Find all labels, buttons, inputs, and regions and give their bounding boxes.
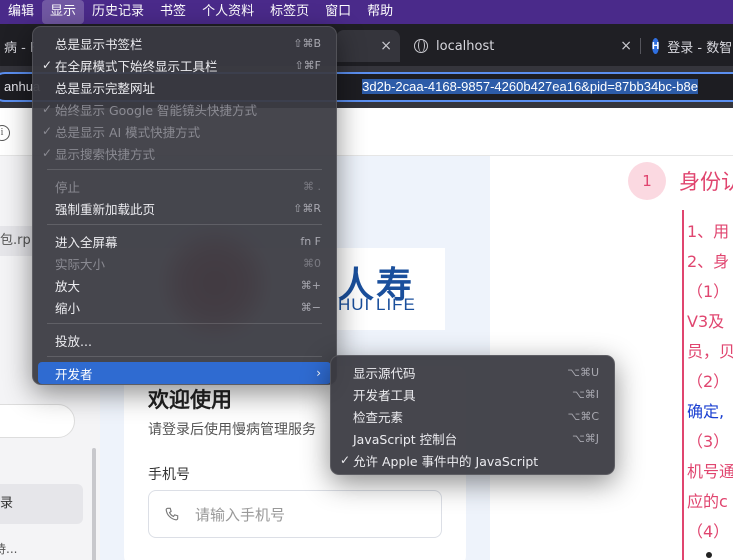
checkmark-icon: ✓ bbox=[42, 124, 53, 138]
shortcut: ⌘0 bbox=[303, 256, 321, 270]
left-search-input[interactable] bbox=[0, 404, 75, 438]
menu-item-js-console[interactable]: JavaScript 控制台 ⌥⌘J bbox=[336, 427, 609, 449]
menu-item-google-lens: ✓ 始终显示 Google 智能镜头快捷方式 bbox=[42, 102, 258, 118]
globe-icon bbox=[414, 39, 428, 53]
menu-item-devtools[interactable]: 开发者工具 ⌥⌘I bbox=[336, 383, 609, 405]
doc-line: （2） bbox=[687, 372, 730, 391]
tab-title: 登录 - 数智 bbox=[667, 40, 733, 56]
view-menu: 总是显示书签栏 ⇧⌘B ✓ 在全屏模式下始终显示工具栏 ⇧⌘F 总是显示完整网址… bbox=[32, 26, 337, 385]
chevron-right-icon: › bbox=[316, 366, 321, 380]
shortcut: ⇧⌘F bbox=[294, 58, 321, 72]
phone-input[interactable]: 请输入手机号 bbox=[148, 490, 442, 538]
menu-separator bbox=[47, 356, 322, 357]
checkmark-icon: ✓ bbox=[42, 58, 53, 72]
menu-item-inspect[interactable]: 检查元素 ⌥⌘C bbox=[336, 405, 609, 427]
close-icon[interactable]: × bbox=[620, 38, 632, 54]
menu-item-apple-events-js[interactable]: ✓ 允许 Apple 事件中的 JavaScript bbox=[336, 449, 609, 471]
menu-help[interactable]: 帮助 bbox=[359, 0, 401, 24]
doc-line: （1） bbox=[687, 282, 730, 301]
menu-item-cast[interactable]: 投放... bbox=[38, 329, 331, 351]
menu-separator bbox=[47, 323, 322, 324]
site-h-icon: H bbox=[652, 38, 660, 54]
tab-active[interactable]: × bbox=[336, 30, 400, 62]
shortcut: ⌥⌘J bbox=[572, 431, 599, 445]
tab-title: 病 - F bbox=[4, 40, 34, 56]
bullet-icon bbox=[706, 552, 712, 558]
doc-line: 2、身 bbox=[687, 252, 730, 271]
checkmark-icon: ✓ bbox=[340, 453, 351, 467]
doc-line: 确定, bbox=[687, 402, 725, 421]
menu-item-full-url[interactable]: 总是显示完整网址 bbox=[38, 76, 331, 98]
tab-localhost[interactable]: localhost × bbox=[404, 30, 640, 62]
developer-submenu: 显示源代码 ⌥⌘U 开发者工具 ⌥⌘I 检查元素 ⌥⌘C JavaScript … bbox=[330, 355, 615, 475]
shortcut: ⌘ . bbox=[303, 179, 321, 193]
menu-item-actual-size: 实际大小 ⌘0 bbox=[55, 256, 321, 272]
login-title: 欢迎使用 bbox=[148, 388, 232, 412]
step-title: 身份认 bbox=[679, 170, 733, 194]
menu-item-stop: 停止 ⌘ . bbox=[55, 179, 321, 195]
menu-item-view-source[interactable]: 显示源代码 ⌥⌘U bbox=[336, 361, 609, 383]
menu-item-zoom-out[interactable]: 缩小 ⌘− bbox=[38, 296, 331, 318]
menu-tabs[interactable]: 标签页 bbox=[262, 0, 317, 24]
menu-separator bbox=[47, 169, 322, 170]
shortcut: ⌥⌘U bbox=[567, 365, 599, 379]
doc-line: （3） bbox=[687, 432, 730, 451]
step-badge: 1 bbox=[628, 162, 666, 200]
tab-separator bbox=[640, 38, 641, 54]
phone-icon bbox=[165, 507, 179, 521]
shortcut: ⌥⌘C bbox=[567, 409, 599, 423]
menu-item-zoom-in[interactable]: 放大 ⌘+ bbox=[38, 274, 331, 296]
menu-bar: 编辑 显示 历史记录 书签 个人资料 标签页 窗口 帮助 bbox=[0, 0, 733, 24]
menu-history[interactable]: 历史记录 bbox=[84, 0, 152, 24]
shortcut: ⇧⌘B bbox=[293, 36, 321, 50]
left-footer-text: 待... bbox=[0, 542, 18, 556]
menu-item-developer[interactable]: 开发者 › bbox=[38, 362, 331, 384]
phone-label: 手机号 bbox=[148, 467, 190, 483]
file-tab[interactable]: 包.rp bbox=[0, 226, 32, 256]
menu-item-force-reload[interactable]: 强制重新加载此页 ⇧⌘R bbox=[38, 197, 331, 219]
shortcut: fn F bbox=[300, 234, 321, 248]
checkmark-icon: ✓ bbox=[42, 102, 53, 116]
shortcut: ⌘− bbox=[300, 300, 321, 314]
close-icon[interactable]: × bbox=[380, 38, 392, 54]
doc-border-line bbox=[682, 210, 684, 560]
tab-partial[interactable]: 病 - F bbox=[0, 30, 34, 62]
doc-line: V3及 bbox=[687, 312, 725, 331]
doc-line: 员，贝 bbox=[687, 342, 733, 361]
shortcut: ⌘+ bbox=[300, 278, 321, 292]
url-text: 3d2b-2caa-4168-9857-4260b427ea16&pid=87b… bbox=[362, 79, 698, 94]
menu-item-always-show-bookmarks[interactable]: 总是显示书签栏 ⇧⌘B bbox=[38, 32, 331, 54]
menu-window[interactable]: 窗口 bbox=[317, 0, 359, 24]
menu-profiles[interactable]: 个人资料 bbox=[194, 0, 262, 24]
doc-line: 1、用 bbox=[687, 222, 730, 241]
info-icon[interactable]: i bbox=[0, 125, 10, 141]
menu-item-fullscreen-toolbar[interactable]: ✓ 在全屏模式下始终显示工具栏 ⇧⌘F bbox=[38, 54, 331, 76]
menu-view[interactable]: 显示 bbox=[42, 0, 85, 24]
shortcut: ⌥⌘I bbox=[572, 387, 599, 401]
login-subtitle: 请登录后使用慢病管理服务 bbox=[148, 422, 316, 438]
doc-line: 机号通 bbox=[687, 462, 733, 481]
doc-line: 应的c bbox=[687, 492, 728, 511]
logo-english: HUI LIFE bbox=[338, 295, 416, 314]
phone-placeholder: 请输入手机号 bbox=[195, 505, 286, 524]
menu-bookmarks[interactable]: 书签 bbox=[152, 0, 194, 24]
menu-separator bbox=[47, 224, 322, 225]
menu-item-ai-mode: ✓ 总是显示 AI 模式快捷方式 bbox=[42, 124, 201, 140]
tab-login[interactable]: H 登录 - 数智 bbox=[642, 30, 733, 62]
shortcut: ⇧⌘R bbox=[293, 201, 321, 215]
checkmark-icon: ✓ bbox=[42, 146, 53, 160]
doc-line: （4） bbox=[687, 522, 730, 541]
menu-item-search-shortcut: ✓ 显示搜索快捷方式 bbox=[42, 146, 156, 162]
menu-item-enter-fullscreen[interactable]: 进入全屏幕 fn F bbox=[38, 230, 331, 252]
menu-edit[interactable]: 编辑 bbox=[0, 0, 42, 24]
scrollbar[interactable] bbox=[92, 448, 96, 560]
tab-title: localhost bbox=[436, 38, 495, 54]
left-nav-item[interactable]: 录 bbox=[0, 484, 83, 524]
